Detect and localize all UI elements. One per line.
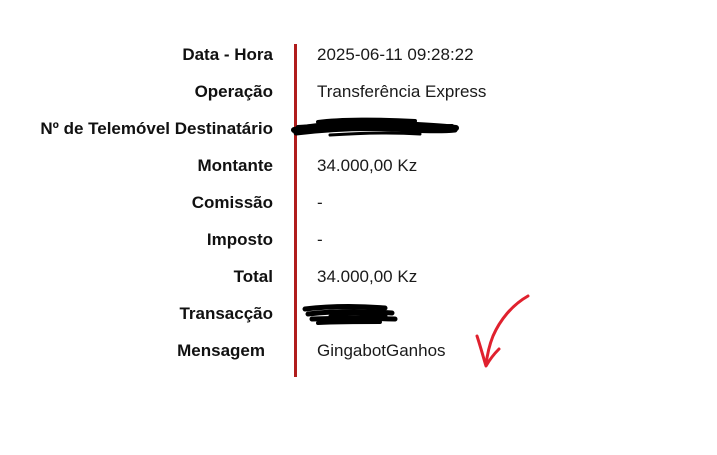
label-transaccao: Transacção <box>179 304 273 323</box>
row-transaccao: Transacção <box>0 302 717 326</box>
row-total: Total 34.000,00 Kz <box>0 265 717 289</box>
label-total: Total <box>233 267 273 286</box>
vertical-divider <box>294 44 297 377</box>
value-data-hora: 2025-06-11 09:28:22 <box>317 45 474 64</box>
value-operacao: Transferência Express <box>317 82 487 101</box>
row-mensagem: Mensagem GingabotGanhos <box>0 339 717 363</box>
label-mensagem: Mensagem <box>177 341 265 360</box>
row-operacao: Operação Transferência Express <box>0 80 717 104</box>
label-montante: Montante <box>197 156 273 175</box>
label-telemovel-destinatario: Nº de Telemóvel Destinatário <box>40 119 273 138</box>
label-imposto: Imposto <box>206 230 273 249</box>
value-mensagem: GingabotGanhos <box>317 341 446 360</box>
row-comissao: Comissão - <box>0 191 717 215</box>
label-data-hora: Data - Hora <box>182 45 273 64</box>
row-telemovel-destinatario: Nº de Telemóvel Destinatário <box>0 117 717 141</box>
row-data-hora: Data - Hora 2025-06-11 09:28:22 <box>0 43 717 67</box>
row-imposto: Imposto - <box>0 228 717 252</box>
value-comissao: - <box>317 193 323 212</box>
value-total: 34.000,00 Kz <box>317 267 418 286</box>
value-montante: 34.000,00 Kz <box>317 156 418 175</box>
value-imposto: - <box>317 230 323 249</box>
label-operacao: Operação <box>194 82 273 101</box>
label-comissao: Comissão <box>191 193 273 212</box>
row-montante: Montante 34.000,00 Kz <box>0 154 717 178</box>
